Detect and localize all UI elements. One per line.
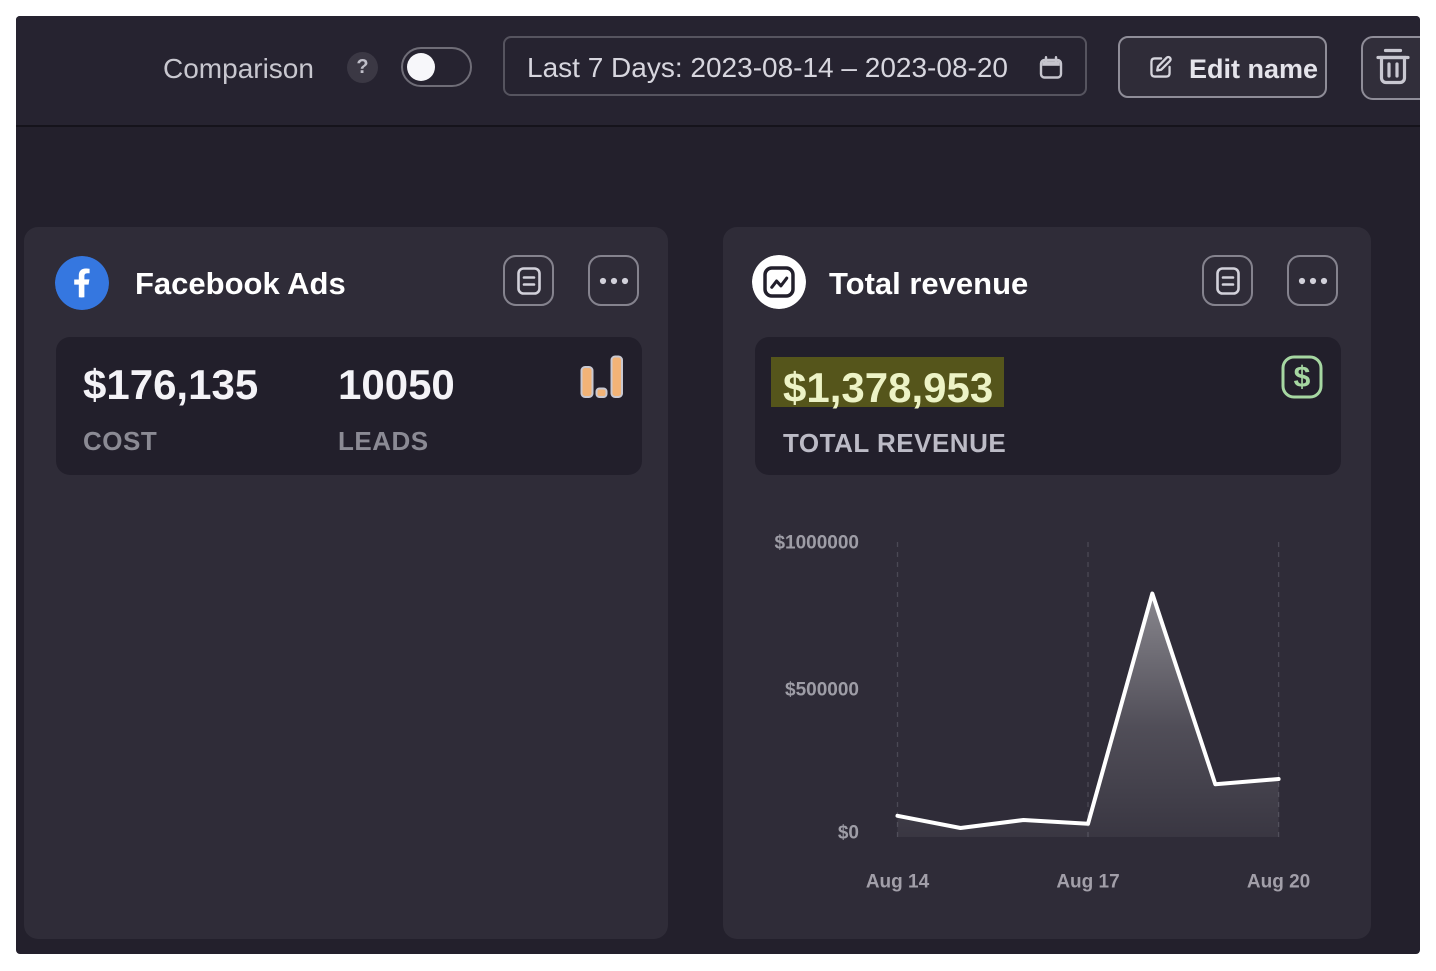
svg-text:Aug 20: Aug 20 (1247, 872, 1310, 893)
svg-text:Aug 14: Aug 14 (866, 872, 930, 893)
svg-text:Aug 17: Aug 17 (1056, 872, 1119, 893)
svg-text:$: $ (1294, 361, 1311, 394)
svg-text:$1000000: $1000000 (774, 533, 859, 554)
svg-text:$0: $0 (838, 823, 859, 844)
svg-text:$500000: $500000 (785, 680, 859, 701)
